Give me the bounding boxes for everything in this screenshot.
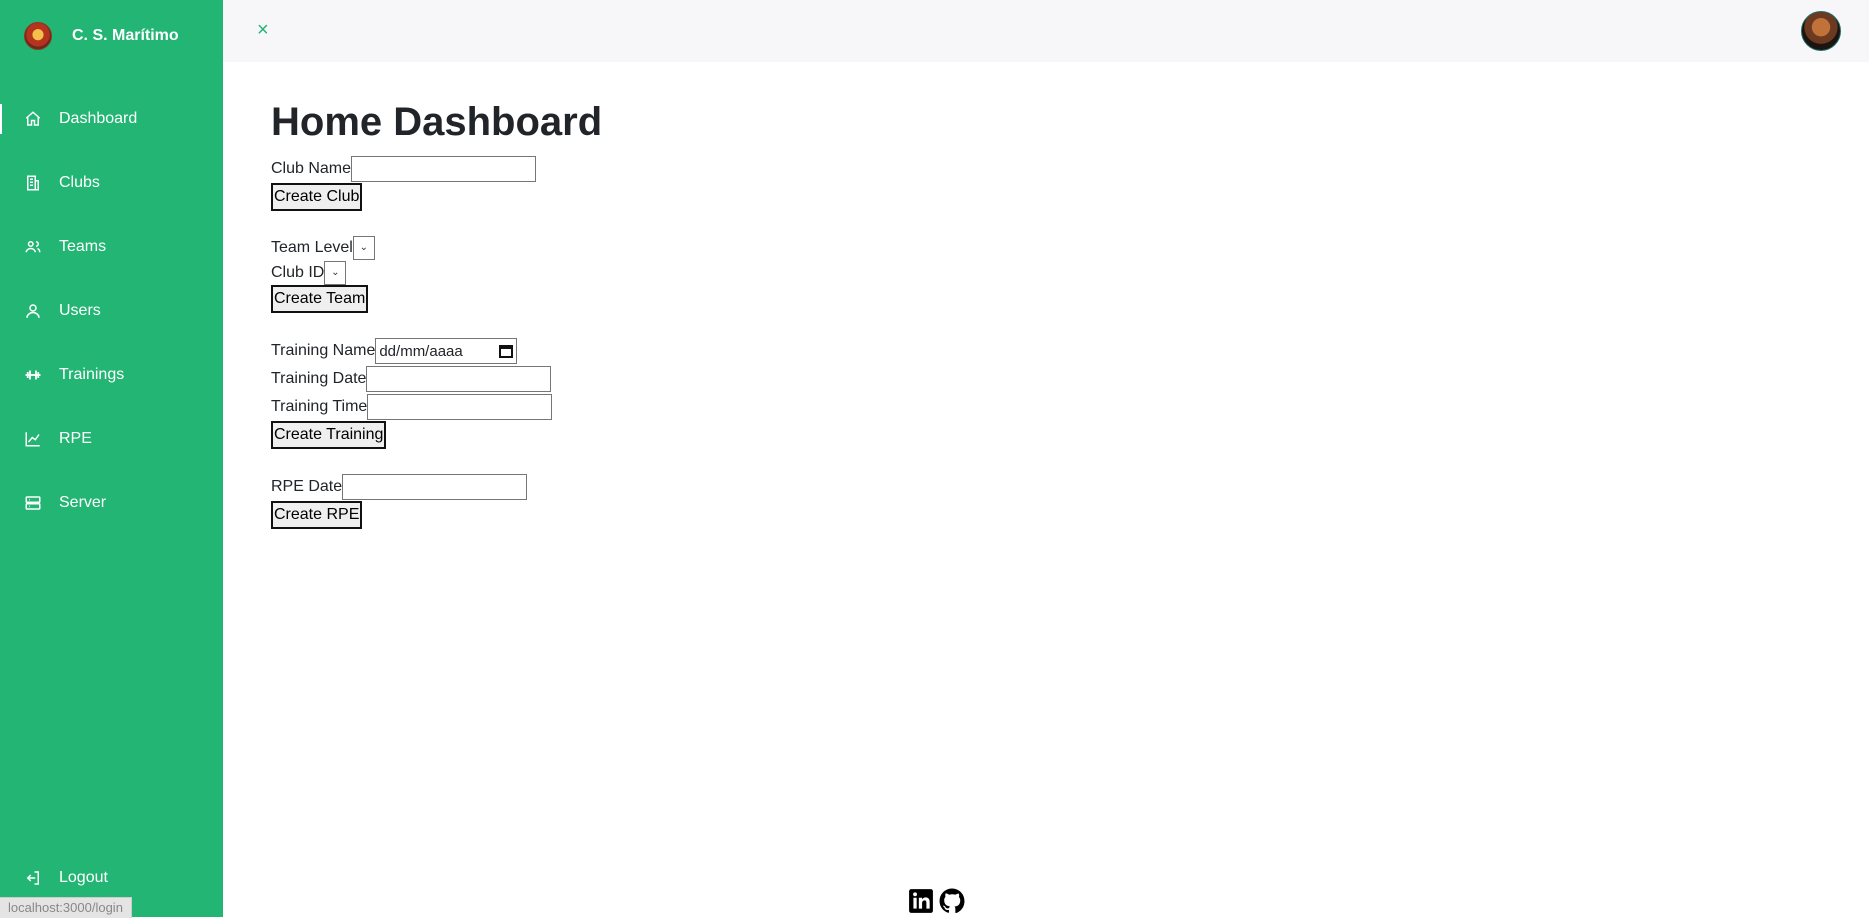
logout-icon bbox=[24, 869, 42, 887]
create-rpe-button[interactable]: Create RPE bbox=[271, 501, 363, 529]
sidebar-item-label: Teams bbox=[59, 238, 107, 255]
calendar-icon[interactable] bbox=[499, 344, 514, 358]
create-club-row: Create Club bbox=[271, 183, 602, 211]
rpe-date-row: RPE Date bbox=[271, 473, 602, 501]
club-name-input[interactable] bbox=[351, 156, 537, 182]
club-crest-logo bbox=[24, 22, 52, 50]
training-date-label: Training Date bbox=[271, 370, 367, 387]
avatar[interactable] bbox=[1801, 11, 1841, 51]
training-name-date-input[interactable]: dd/mm/aaaa bbox=[375, 338, 518, 364]
chevron-down-icon: ⌄ bbox=[331, 267, 340, 278]
sidebar-item-rpe[interactable]: RPE bbox=[0, 407, 223, 471]
linkedin-icon[interactable] bbox=[908, 888, 934, 914]
training-date-input[interactable] bbox=[366, 366, 552, 392]
dumbbell-icon bbox=[24, 366, 42, 384]
topbar: × bbox=[223, 0, 1869, 62]
team-level-label: Team Level bbox=[271, 238, 353, 256]
club-id-label: Club ID bbox=[271, 263, 325, 281]
sidebar-item-server[interactable]: Server bbox=[0, 471, 223, 535]
user-icon bbox=[24, 302, 42, 320]
training-time-row: Training Time bbox=[271, 393, 602, 421]
training-name-label: Training Name bbox=[271, 342, 376, 359]
sidebar: C. S. Marítimo Dashboard Clubs Teams Use… bbox=[0, 0, 223, 917]
training-time-label: Training Time bbox=[271, 398, 368, 415]
sidebar-item-dashboard[interactable]: Dashboard bbox=[0, 87, 223, 151]
footer bbox=[908, 888, 965, 914]
create-club-button[interactable]: Create Club bbox=[271, 183, 363, 211]
building-icon bbox=[24, 174, 42, 192]
training-name-row: Training Name dd/mm/aaaa bbox=[271, 337, 602, 365]
team-level-row: Team Level ⌄ bbox=[271, 235, 602, 260]
sidebar-item-label: Dashboard bbox=[59, 110, 138, 127]
create-rpe-row: Create RPE bbox=[271, 501, 602, 529]
sidebar-item-trainings[interactable]: Trainings bbox=[0, 343, 223, 407]
github-icon[interactable] bbox=[939, 888, 965, 914]
date-placeholder: dd/mm/aaaa bbox=[379, 342, 463, 360]
sidebar-item-label: Trainings bbox=[59, 366, 125, 383]
sidebar-item-label: Server bbox=[59, 494, 107, 511]
sidebar-item-clubs[interactable]: Clubs bbox=[0, 151, 223, 215]
sidebar-item-users[interactable]: Users bbox=[0, 279, 223, 343]
club-id-row: Club ID ⌄ bbox=[271, 260, 602, 285]
sidebar-item-label: Users bbox=[59, 302, 101, 319]
sidebar-nav: Dashboard Clubs Teams Users Trainings RP… bbox=[0, 87, 223, 535]
training-date-row: Training Date bbox=[271, 365, 602, 393]
create-team-button[interactable]: Create Team bbox=[271, 285, 369, 313]
main-content: Home Dashboard Club Name Create Club Tea… bbox=[271, 96, 602, 529]
brand-name: C. S. Marítimo bbox=[72, 27, 179, 44]
club-name-row: Club Name bbox=[271, 155, 602, 183]
sidebar-item-teams[interactable]: Teams bbox=[0, 215, 223, 279]
home-icon bbox=[24, 110, 42, 128]
chart-line-icon bbox=[24, 430, 42, 448]
create-team-row: Create Team bbox=[271, 285, 602, 313]
create-training-button[interactable]: Create Training bbox=[271, 421, 387, 449]
server-icon bbox=[24, 494, 42, 512]
close-icon[interactable]: × bbox=[257, 18, 269, 42]
brand[interactable]: C. S. Marítimo bbox=[24, 22, 179, 50]
users-icon bbox=[24, 238, 42, 256]
create-training-row: Create Training bbox=[271, 421, 602, 449]
sidebar-item-label: RPE bbox=[59, 430, 92, 447]
status-bar-url: localhost:3000/login bbox=[0, 897, 132, 918]
sidebar-item-label: Clubs bbox=[59, 174, 100, 191]
chevron-down-icon: ⌄ bbox=[359, 242, 369, 253]
logout-label: Logout bbox=[59, 869, 108, 886]
team-level-select[interactable]: ⌄ bbox=[352, 235, 375, 260]
rpe-date-label: RPE Date bbox=[271, 478, 343, 495]
club-name-label: Club Name bbox=[271, 160, 352, 177]
training-time-input[interactable] bbox=[367, 394, 553, 420]
club-id-select[interactable]: ⌄ bbox=[324, 260, 347, 285]
page-title: Home Dashboard bbox=[271, 100, 603, 144]
rpe-date-input[interactable] bbox=[342, 474, 528, 500]
